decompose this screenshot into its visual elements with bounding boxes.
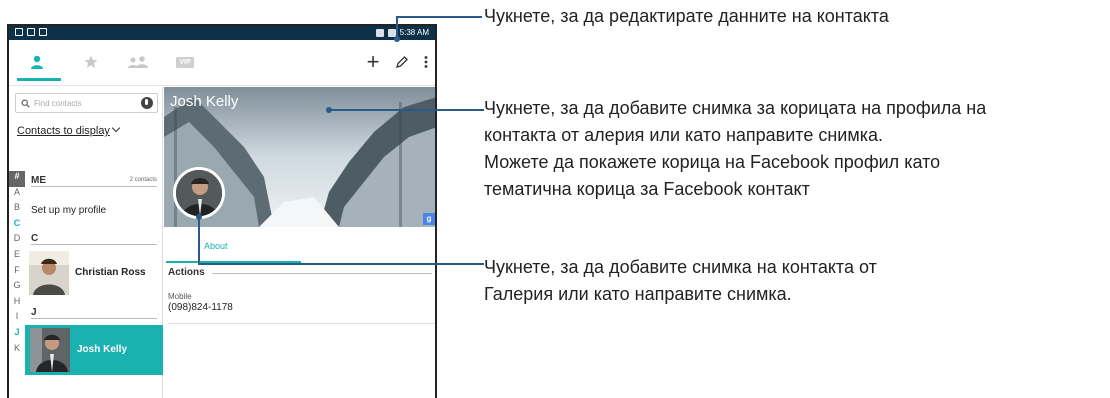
index-letter[interactable]: E [9, 249, 25, 265]
callout-line-text: Чукнете, за да добавите снимка за корица… [484, 98, 987, 118]
notification-icon [15, 28, 23, 36]
star-icon [84, 55, 98, 68]
setup-profile-item[interactable]: Set up my profile [31, 205, 106, 216]
pencil-icon [396, 56, 408, 68]
search-icon [21, 99, 30, 108]
notification-icons [15, 28, 47, 36]
contact-list-panel: Find contacts Contacts to display # A B … [9, 87, 163, 398]
index-letter[interactable]: B [9, 202, 25, 218]
contact-display-name: Josh Kelly [170, 93, 239, 110]
contact-row-christian-ross[interactable]: Christian Ross [29, 251, 163, 297]
chevron-down-icon [111, 123, 121, 133]
tab-contacts[interactable] [17, 52, 61, 81]
section-label: C [31, 233, 41, 244]
actions-heading: Actions [168, 267, 205, 278]
wifi-icon [375, 28, 384, 37]
group-icon [128, 56, 148, 68]
callout-cover-text: Чукнете, за да добавите снимка за корица… [484, 95, 986, 203]
add-contact-button[interactable]: + [364, 49, 382, 74]
divider [168, 323, 435, 324]
index-letter[interactable]: F [9, 265, 25, 281]
callout-line [328, 109, 484, 111]
google-plus-icon: g [423, 213, 435, 225]
divider [212, 273, 432, 274]
callout-line [396, 16, 482, 18]
search-placeholder: Find contacts [34, 99, 82, 108]
callout-line-text: контакта от алерия или като направите сн… [484, 125, 884, 145]
index-letter[interactable]: G [9, 280, 25, 296]
phone-type-label: Mobile [168, 292, 192, 301]
contact-name: Josh Kelly [77, 344, 128, 355]
index-letter[interactable]: # [9, 171, 25, 187]
battery-icon [387, 28, 396, 37]
tab-groups[interactable] [124, 52, 152, 72]
avatar [30, 328, 70, 372]
section-header-me: ME 2 contacts [31, 175, 157, 187]
contact-detail-panel: Josh Kelly g About Actions Mobile (098)8… [164, 87, 435, 398]
callout-line [396, 16, 398, 38]
christian-photo [29, 251, 69, 295]
index-letter[interactable]: D [9, 233, 25, 249]
contact-row-josh-kelly[interactable]: Josh Kelly [25, 325, 163, 375]
callout-photo-text: Чукнете, за да добавите снимка на контак… [484, 254, 877, 308]
profile-photo[interactable] [173, 167, 225, 219]
alphabet-index[interactable]: # A B C D E F G H I J K [9, 171, 25, 358]
microphone-icon[interactable] [141, 97, 153, 109]
tab-favorites[interactable] [81, 52, 101, 72]
status-bar: 5:38 AM [9, 26, 435, 40]
section-label: ME [31, 175, 48, 186]
callout-line-text: тематична корица за Facebook контакт [484, 179, 810, 199]
manual-page: 5:38 AM VIP + Find contacts Contacts to … [0, 0, 1110, 398]
callout-line [198, 216, 200, 264]
person-icon [31, 55, 43, 69]
index-letter[interactable]: K [9, 343, 25, 359]
contacts-toolbar: VIP + [9, 40, 435, 86]
more-options-button[interactable] [419, 52, 433, 72]
index-letter[interactable]: C [9, 218, 25, 234]
index-letter[interactable]: I [9, 311, 25, 327]
contacts-to-display-dropdown[interactable]: Contacts to display [17, 123, 121, 137]
contacts-to-display-label: Contacts to display [17, 125, 110, 137]
notification-icon [39, 28, 47, 36]
tab-about[interactable]: About [204, 241, 228, 251]
callout-line [198, 263, 484, 265]
callout-line-text: Можете да покажете корица на Facebook пр… [484, 152, 941, 172]
cover-photo[interactable]: Josh Kelly g [164, 87, 435, 227]
callout-line-text: Чукнете, за да добавите снимка на контак… [484, 257, 877, 277]
tablet-screen: 5:38 AM VIP + Find contacts Contacts to … [7, 24, 437, 398]
josh-profile-photo [176, 170, 222, 216]
avatar [29, 251, 69, 295]
search-input[interactable]: Find contacts [15, 93, 158, 113]
josh-photo [30, 328, 70, 372]
overflow-menu-icon [424, 56, 428, 68]
section-header-j: J [31, 307, 157, 319]
system-icons: 5:38 AM [375, 28, 429, 37]
callout-line-text: Галерия или като направите снимка. [484, 284, 792, 304]
callout-edit-text: Чукнете, за да редактирате данните на ко… [484, 6, 889, 26]
index-letter[interactable]: H [9, 296, 25, 312]
section-label: J [31, 307, 39, 318]
tab-vip[interactable]: VIP [171, 52, 199, 72]
index-letter[interactable]: A [9, 187, 25, 203]
notification-icon [27, 28, 35, 36]
phone-number[interactable]: (098)824-1178 [168, 302, 233, 313]
contact-name: Christian Ross [75, 267, 146, 278]
clock: 5:38 AM [399, 28, 429, 37]
index-letter[interactable]: J [9, 327, 25, 343]
vip-badge: VIP [176, 56, 194, 68]
contact-count: 2 contacts [129, 177, 157, 183]
section-header-c: C [31, 233, 157, 245]
edit-contact-button[interactable] [393, 52, 411, 72]
